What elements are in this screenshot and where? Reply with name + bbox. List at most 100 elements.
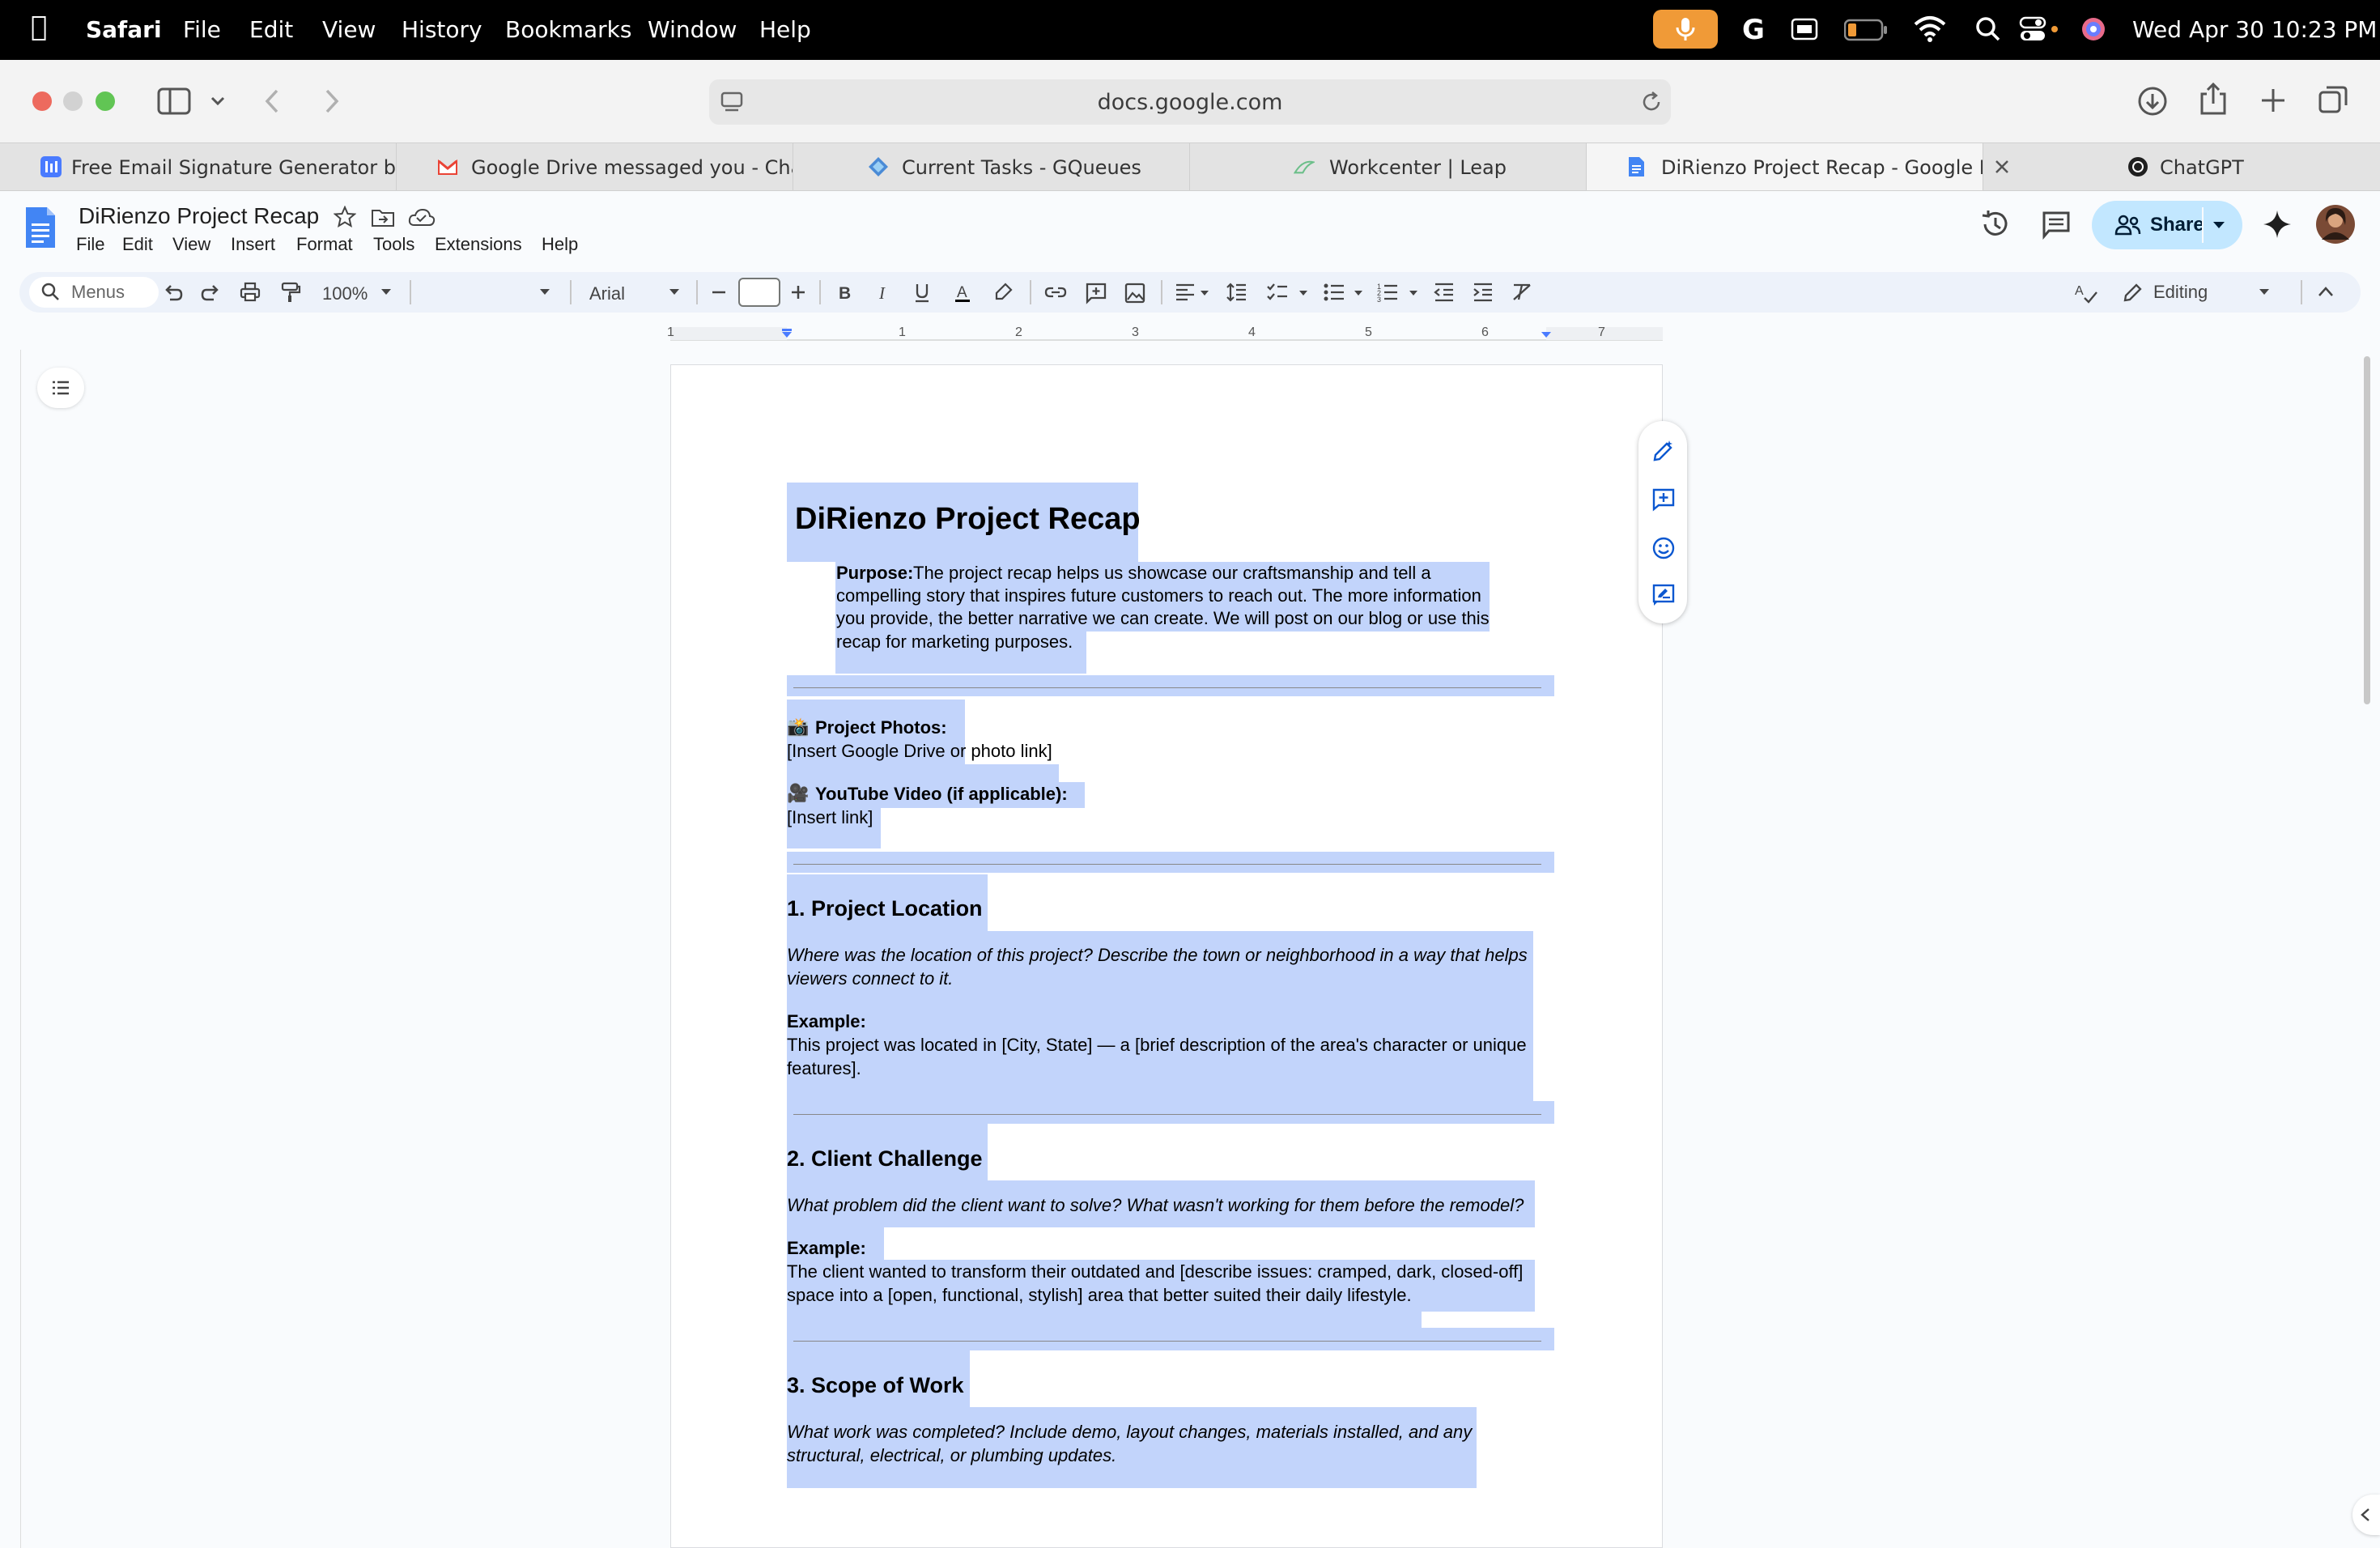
grammarly-icon[interactable]: G [1739,13,1768,45]
apple-icon[interactable]:  [31,13,47,40]
menu-app-name[interactable]: Safari [86,16,162,44]
docs-menu-edit[interactable]: Edit [122,233,153,256]
docs-menu-view[interactable]: View [172,233,210,256]
youtube-video-value[interactable]: [Insert link] [787,806,873,829]
purpose-text-line[interactable]: recap for marketing purposes. [836,630,1073,653]
tab-workcenter-leap[interactable]: Workcenter | Leap [1190,143,1587,190]
style-dropdown-icon[interactable] [539,288,550,296]
spelling-check-icon[interactable]: A [2074,282,2098,304]
horizontal-ruler[interactable] [670,324,1663,343]
docs-menu-format[interactable]: Format [296,233,353,256]
section-prompt-line[interactable]: What problem did the client want to solv… [787,1193,1524,1217]
tab-overview-icon[interactable] [2317,84,2349,117]
menu-help[interactable]: Help [759,16,811,44]
insert-image-icon[interactable] [1124,282,1146,304]
example-text-line[interactable]: features]. [787,1057,861,1080]
version-history-icon[interactable] [1980,209,2011,240]
docs-menu-tools[interactable]: Tools [373,233,414,256]
reload-icon[interactable] [1640,91,1663,113]
docs-menu-extensions[interactable]: Extensions [435,233,522,256]
editing-mode-select[interactable]: Editing [2153,282,2208,303]
bullet-dropdown-icon[interactable] [1354,290,1363,296]
decrease-indent-icon[interactable] [1433,282,1456,303]
close-tab-icon[interactable] [1993,158,2011,176]
project-photos-label[interactable]: Project Photos: [815,716,947,739]
section-title-client-challenge[interactable]: 2. Client Challenge [787,1145,983,1172]
star-icon[interactable] [334,206,356,228]
align-dropdown-icon[interactable] [1200,290,1209,296]
increase-indent-icon[interactable] [1472,282,1494,303]
document-scrollbar[interactable] [2364,356,2370,704]
google-docs-logo-icon[interactable] [24,206,57,249]
insert-comment-icon[interactable] [1085,282,1107,304]
redo-icon[interactable] [201,282,222,303]
spotlight-search-icon[interactable] [1975,16,2001,42]
wifi-icon[interactable] [1914,15,1946,42]
project-photos-value[interactable]: [Insert Google Drive or photo link] [787,739,1052,763]
menu-window[interactable]: Window [648,16,737,44]
zoom-select[interactable]: 100% [322,283,368,304]
undo-icon[interactable] [162,282,183,303]
help-me-write-icon[interactable] [1651,439,1676,463]
example-label[interactable]: Example: [787,1236,866,1260]
tab-google-chat[interactable]: Google Drive messaged you - Chat [397,143,793,190]
decrease-font-size-icon[interactable] [709,282,729,303]
move-folder-icon[interactable] [371,207,395,228]
numbered-list-icon[interactable]: 123 [1376,282,1399,303]
document-heading[interactable]: DiRienzo Project Recap [795,500,1141,538]
downloads-icon[interactable] [2137,86,2168,117]
section-title-location[interactable]: 1. Project Location [787,895,983,922]
tab-gqueues[interactable]: Current Tasks - GQueues [793,143,1190,190]
window-minimize-button[interactable] [63,91,83,111]
menu-file[interactable]: File [183,16,221,44]
text-color-icon[interactable]: A [952,282,973,303]
back-arrow-icon[interactable] [261,86,285,117]
address-bar-url[interactable]: docs.google.com [709,90,1671,115]
checklist-icon[interactable] [1266,282,1289,303]
share-dropdown-icon[interactable] [2212,220,2226,230]
purpose-label[interactable]: Purpose: [836,561,913,585]
share-button[interactable]: Share [2092,201,2242,249]
tab-dirienzo-doc[interactable]: DiRienzo Project Recap - Google D... [1587,143,1983,190]
menu-view[interactable]: View [322,16,376,44]
font-size-input[interactable] [738,278,780,307]
section-prompt-line[interactable]: viewers connect to it. [787,967,953,990]
sidebar-toggle-icon[interactable] [157,87,193,115]
menu-edit[interactable]: Edit [249,16,293,44]
font-dropdown-icon[interactable] [669,288,680,296]
purpose-text-line[interactable]: you provide, the better narrative we can… [836,606,1490,630]
battery-icon[interactable] [1844,18,1888,42]
menu-search-placeholder[interactable]: Menus [71,282,125,303]
line-spacing-icon[interactable] [1226,282,1248,303]
purpose-text-line[interactable]: compelling story that inspires future cu… [836,584,1481,607]
bulleted-list-icon[interactable] [1323,282,1345,303]
window-close-button[interactable] [32,91,52,111]
mode-dropdown-icon[interactable] [2259,288,2270,296]
tab-chatgpt[interactable]: ChatGPT [2021,143,2380,190]
avatar[interactable] [2315,204,2356,245]
underline-icon[interactable] [912,282,933,303]
print-icon[interactable] [240,282,261,303]
style-select[interactable] [416,275,554,309]
siri-icon[interactable] [2080,16,2106,42]
clear-formatting-icon[interactable] [1511,282,1533,303]
zoom-dropdown-icon[interactable] [380,288,392,296]
menu-history[interactable]: History [402,16,482,44]
docs-menu-insert[interactable]: Insert [231,233,275,256]
menu-bookmarks[interactable]: Bookmarks [505,16,631,44]
new-tab-icon[interactable] [2259,86,2288,115]
side-panel-toggle[interactable] [2352,1495,2380,1535]
section-prompt-line[interactable]: Where was the location of this project? … [787,943,1528,967]
paint-format-icon[interactable] [280,282,301,303]
youtube-video-label[interactable]: YouTube Video (if applicable): [815,782,1068,806]
align-left-icon[interactable] [1174,282,1196,303]
section-title-scope-of-work[interactable]: 3. Scope of Work [787,1372,964,1399]
vertical-ruler[interactable] [13,350,21,1548]
window-zoom-button[interactable] [96,91,115,111]
address-bar[interactable]: docs.google.com [709,79,1671,125]
bold-icon[interactable]: B [834,282,855,303]
insert-link-icon[interactable] [1044,282,1067,303]
cloud-saved-icon[interactable] [408,207,436,228]
menubar-clock[interactable]: Wed Apr 30 10:23 PM [2132,16,2377,44]
section-prompt-line[interactable]: structural, electrical, or plumbing upda… [787,1444,1116,1467]
